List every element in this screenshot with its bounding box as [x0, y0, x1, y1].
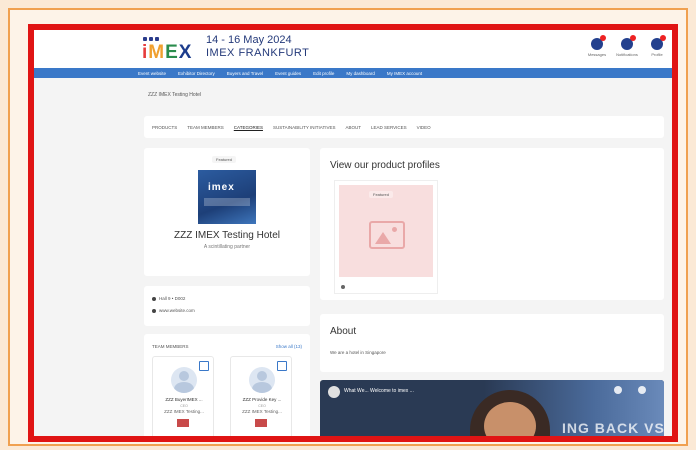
stand-row: Hall 9 • D002 — [152, 296, 185, 301]
tab-products[interactable]: PRODUCTS — [152, 125, 177, 130]
video-player[interactable]: What We... Welcome to imex ... ING BACK … — [320, 380, 664, 436]
product-image: Featured — [339, 185, 433, 277]
products-title: View our product profiles — [330, 160, 440, 171]
tab-lead-services[interactable]: LEAD SERVICES — [371, 125, 407, 130]
team-heading: TEAM MEMBERS — [152, 344, 189, 349]
event-date: 14 - 16 May 2024 — [206, 34, 292, 46]
watch-later-icon[interactable] — [614, 386, 622, 394]
avatar — [249, 367, 275, 393]
share-icon[interactable] — [638, 386, 646, 394]
message-icon[interactable] — [199, 361, 209, 371]
profile-icon-button[interactable]: Profile — [644, 35, 670, 64]
logo-dots-icon — [143, 37, 163, 41]
location-icon — [152, 296, 156, 301]
image-placeholder-icon — [369, 221, 405, 249]
tab-categories[interactable]: CATEGORIES — [234, 125, 263, 130]
nav-item-dashboard[interactable]: My dashboard — [346, 71, 375, 76]
nav-item-event-website[interactable]: Event website — [138, 71, 166, 76]
tab-video[interactable]: VIDEO — [417, 125, 431, 130]
channel-avatar-icon — [328, 386, 340, 398]
logo-text: iMEX — [142, 42, 193, 63]
show-all-link[interactable]: Show all (13) — [276, 344, 302, 349]
profile-tabs: PRODUCTS TEAM MEMBERS CATEGORIES SUSTAIN… — [144, 116, 664, 138]
member-company: ZZZ IMEX Testing... — [164, 409, 204, 414]
member-name: ZZZ Provide Key ... — [242, 397, 282, 402]
contact-card: Hall 9 • D002 www.website.com — [144, 286, 310, 326]
team-member-card[interactable]: ZZZ BuyerIMEX ... CEO ZZZ IMEX Testing..… — [152, 356, 214, 436]
tab-about[interactable]: ABOUT — [345, 125, 361, 130]
notifications-icon-button[interactable]: Notifications — [614, 35, 640, 64]
messages-icon — [591, 35, 606, 50]
breadcrumb[interactable]: ZZZ IMEX Testing Hotel — [148, 92, 201, 98]
member-tag — [177, 419, 189, 427]
profile-icon — [651, 35, 666, 50]
product-tile[interactable]: Featured — [334, 180, 438, 294]
product-tile-icon — [341, 285, 345, 289]
member-role: CEO — [180, 404, 188, 408]
stand-number: Hall 9 • D002 — [159, 296, 186, 301]
team-members-card: TEAM MEMBERS Show all (13) ZZZ BuyerIMEX… — [144, 334, 310, 436]
member-role: CEO — [258, 404, 266, 408]
message-icon[interactable] — [277, 361, 287, 371]
notifications-icon — [621, 35, 636, 50]
video-face — [484, 402, 536, 436]
tab-sustainability[interactable]: SUSTAINABILITY INITIATIVES — [273, 125, 336, 130]
nav-item-exhibitor-directory[interactable]: Exhibitor Directory — [178, 71, 215, 76]
company-name: ZZZ IMEX Testing Hotel — [174, 230, 280, 241]
company-profile-card: Featured imex ZZZ IMEX Testing Hotel A s… — [144, 148, 310, 276]
nav-item-edit-profile[interactable]: Edit profile — [313, 71, 334, 76]
profile-label: Profile — [651, 52, 663, 57]
company-logo-text: imex — [208, 182, 235, 193]
featured-badge: Featured — [212, 156, 237, 163]
about-text: We are a hotel in Singapore — [330, 350, 386, 355]
featured-badge: Featured — [369, 191, 394, 198]
imex-logo[interactable]: iMEX — [142, 36, 193, 63]
main-nav: Event website Exhibitor Directory Buyers… — [34, 68, 672, 78]
company-logo-image: imex — [198, 170, 256, 224]
website-link[interactable]: www.website.com — [159, 308, 195, 313]
video-title: What We... Welcome to imex ... — [344, 388, 414, 394]
company-tagline: A scintillating partner — [203, 244, 251, 250]
notifications-label: Notifications — [616, 52, 638, 57]
company-logo-strip — [204, 198, 250, 206]
team-member-card[interactable]: ZZZ Provide Key ... CEO ZZZ IMEX Testing… — [230, 356, 292, 436]
member-tag — [255, 419, 267, 427]
messages-icon-button[interactable]: Messages — [584, 35, 610, 64]
nav-item-account[interactable]: My IMEX account — [387, 71, 422, 76]
nav-item-buyers-travel[interactable]: Buyers and Travel — [227, 71, 263, 76]
avatar — [171, 367, 197, 393]
website-row[interactable]: www.website.com — [152, 308, 195, 313]
messages-label: Messages — [587, 52, 607, 57]
tab-team-members[interactable]: TEAM MEMBERS — [187, 125, 224, 130]
event-name: IMEX FRANKFURT — [206, 47, 310, 59]
globe-icon — [152, 308, 156, 313]
nav-item-event-guides[interactable]: Event guides — [275, 71, 301, 76]
products-card: View our product profiles Featured — [320, 148, 664, 300]
screenshot-highlight-frame: iMEX 14 - 16 May 2024 IMEX FRANKFURT Mes… — [28, 24, 678, 442]
about-title: About — [330, 326, 357, 337]
video-overlay-text: ING BACK VS. G — [562, 420, 664, 436]
about-card: About We are a hotel in Singapore — [320, 314, 664, 372]
member-company: ZZZ IMEX Testing... — [242, 409, 282, 414]
member-name: ZZZ BuyerIMEX ... — [165, 397, 203, 402]
site-header: iMEX 14 - 16 May 2024 IMEX FRANKFURT Mes… — [34, 30, 672, 68]
